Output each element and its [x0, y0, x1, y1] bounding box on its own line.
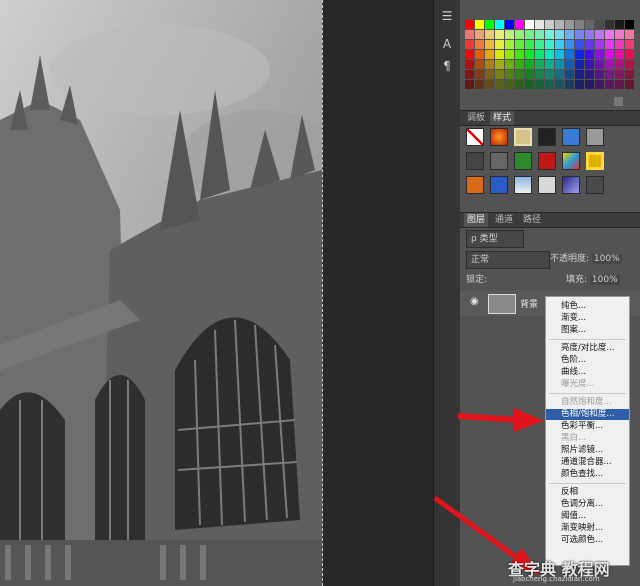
annotation-arrows	[433, 408, 544, 575]
watermark-url: jiaocheng.chazidian.com	[513, 575, 600, 583]
arrow-to-hue-saturation	[457, 408, 544, 432]
